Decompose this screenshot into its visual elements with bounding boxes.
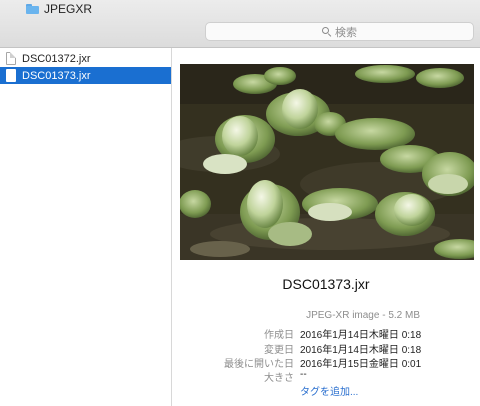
info-label: 最後に開いた日 [224, 359, 294, 370]
window-title: JPEGXR [26, 1, 92, 17]
info-row-size: 大きさ -- [172, 369, 480, 384]
folder-icon [26, 4, 39, 14]
info-label: 作成日 [264, 330, 294, 341]
add-tags-link[interactable]: タグを追加... [300, 383, 358, 398]
info-label: 大きさ [264, 373, 294, 384]
info-row-created: 作成日 2016年1月14日木曜日 0:18 [172, 326, 480, 341]
preview-filename: DSC01373.jxr [282, 276, 370, 292]
file-row[interactable]: DSC01372.jxr [0, 50, 171, 67]
info-row-last-opened: 最後に開いた日 2016年1月15日金曜日 0:01 [172, 355, 480, 370]
file-name: DSC01372.jxr [22, 52, 91, 65]
document-icon [6, 52, 16, 65]
cabbage-field-photo [180, 64, 474, 260]
info-row-modified: 変更日 2016年1月14日木曜日 0:18 [172, 341, 480, 356]
toolbar: JPEGXR 検索 [0, 0, 480, 48]
file-list: DSC01372.jxr DSC01373.jxr [0, 48, 172, 406]
file-name: DSC01373.jxr [22, 69, 91, 82]
file-row-selected[interactable]: DSC01373.jxr [0, 67, 171, 84]
info-value: 2016年1月14日木曜日 0:18 [300, 345, 422, 356]
info-value: 2016年1月14日木曜日 0:18 [300, 330, 422, 341]
search-icon [322, 27, 331, 37]
info-value: -- [300, 369, 307, 380]
search-field[interactable]: 検索 [205, 22, 474, 41]
file-kind-size: JPEG-XR image - 5.2 MB [306, 310, 420, 321]
info-label: 変更日 [264, 345, 294, 356]
document-icon [6, 69, 16, 82]
folder-name: JPEGXR [44, 2, 93, 16]
preview-image [180, 64, 474, 260]
search-placeholder: 検索 [335, 26, 357, 39]
info-value: 2016年1月15日金曜日 0:01 [300, 359, 422, 370]
